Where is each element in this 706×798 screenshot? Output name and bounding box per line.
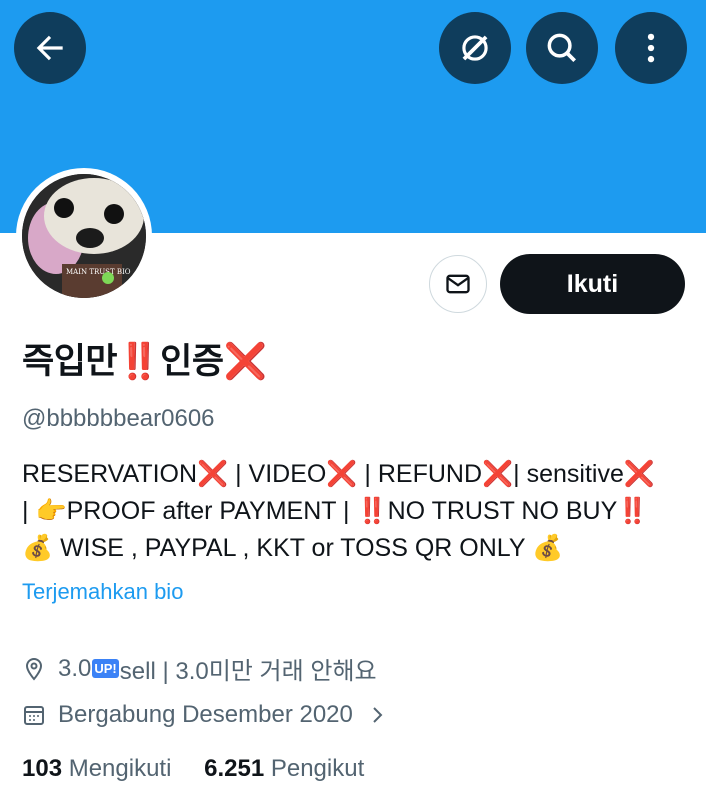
mail-icon	[446, 274, 470, 294]
search-icon	[547, 33, 577, 63]
bio-line: | 👉PROOF after PAYMENT | ‼️NO TRUST NO B…	[22, 497, 649, 525]
following-link[interactable]: 103 Mengikuti	[22, 755, 171, 782]
grok-button[interactable]	[439, 12, 511, 84]
more-vertical-icon	[647, 33, 655, 63]
chevron-right-icon	[373, 707, 383, 723]
location-pin-icon	[25, 657, 43, 681]
following-count: 103	[22, 755, 63, 782]
message-button[interactable]	[429, 255, 487, 313]
follow-stats: 103 Mengikuti 6.251 Pengikut	[22, 755, 364, 783]
location-suffix: sell | 3.0미만 거래 안해요	[119, 658, 377, 685]
follow-button[interactable]: Ikuti	[500, 254, 685, 314]
location-prefix: 3.0	[58, 654, 92, 682]
bio-line: 💰 WISE , PAYPAL , KKT or TOSS QR ONLY 💰	[22, 534, 564, 562]
joined-date[interactable]: Bergabung Desember 2020	[22, 701, 389, 729]
bio-line: RESERVATION❌ | VIDEO❌ | REFUND❌| sensiti…	[22, 460, 655, 488]
translate-bio-link[interactable]: Terjemahkan bio	[22, 579, 183, 605]
display-name: 즉입만‼️인증❌	[22, 342, 267, 382]
followers-label: Pengikut	[270, 755, 365, 782]
avatar[interactable]: MAIN TRUST BIO	[16, 168, 152, 304]
location: 3.0 UP! sell | 3.0미만 거래 안해요	[22, 651, 377, 686]
joined-label: Bergabung Desember 2020	[58, 701, 353, 728]
back-button[interactable]	[14, 12, 86, 84]
avatar-image: MAIN TRUST BIO	[22, 174, 146, 298]
more-button[interactable]	[615, 12, 687, 84]
bio: RESERVATION❌ | VIDEO❌ | REFUND❌| sensiti…	[22, 456, 692, 567]
grok-icon	[462, 35, 488, 61]
search-button[interactable]	[526, 12, 598, 84]
up-badge: UP!	[92, 659, 119, 678]
following-label: Mengikuti	[68, 755, 172, 782]
followers-count: 6.251	[204, 755, 265, 782]
arrow-left-icon	[36, 35, 63, 61]
svg-text:MAIN TRUST BIO: MAIN TRUST BIO	[66, 268, 131, 276]
username: @bbbbbbear0606	[22, 405, 215, 432]
followers-link[interactable]: 6.251 Pengikut	[204, 755, 364, 782]
calendar-icon	[24, 706, 44, 725]
